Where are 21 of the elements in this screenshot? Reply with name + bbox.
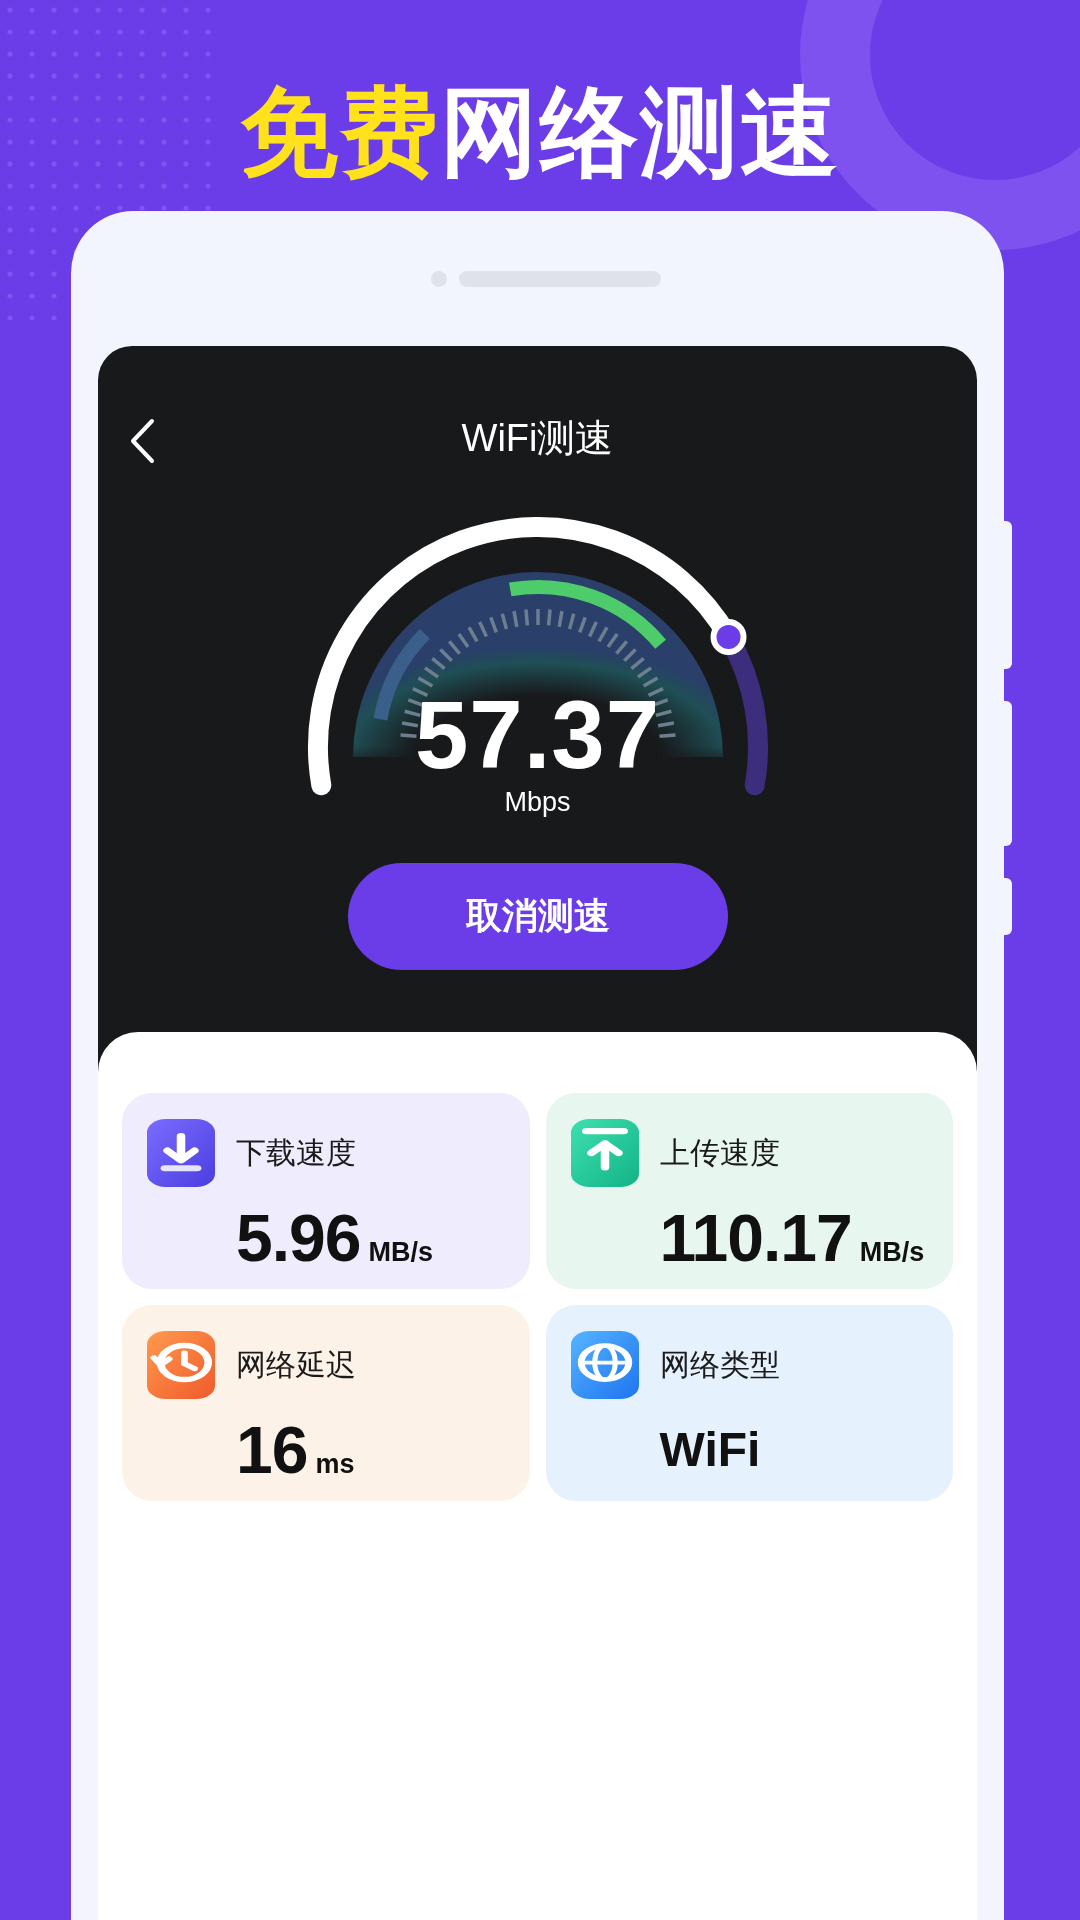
upload-icon bbox=[570, 1119, 639, 1187]
screen-title: WiFi测速 bbox=[461, 415, 614, 461]
stat-label: 下载速度 bbox=[236, 1135, 357, 1171]
stat-value: 110.17 bbox=[659, 1200, 852, 1277]
stat-unit: MB/s bbox=[859, 1237, 925, 1268]
globe-icon bbox=[570, 1331, 639, 1399]
cancel-button[interactable]: 取消测速 bbox=[347, 863, 728, 970]
back-icon[interactable] bbox=[128, 418, 156, 464]
stat-unit: ms bbox=[315, 1449, 355, 1480]
stat-value: 16 bbox=[236, 1412, 308, 1489]
stat-label: 网络延迟 bbox=[236, 1347, 357, 1383]
clock-icon bbox=[147, 1331, 215, 1399]
headline: 免费网络测速 bbox=[240, 78, 840, 186]
stat-label: 上传速度 bbox=[659, 1135, 781, 1171]
stat-unit: MB/s bbox=[368, 1237, 433, 1268]
stat-value: 5.96 bbox=[236, 1200, 361, 1277]
stat-value: WiFi bbox=[659, 1422, 761, 1478]
stat-label: 网络类型 bbox=[659, 1347, 781, 1383]
download-icon bbox=[147, 1119, 215, 1187]
speed-unit: Mbps bbox=[504, 787, 571, 818]
speed-value: 57.37 bbox=[414, 683, 661, 787]
